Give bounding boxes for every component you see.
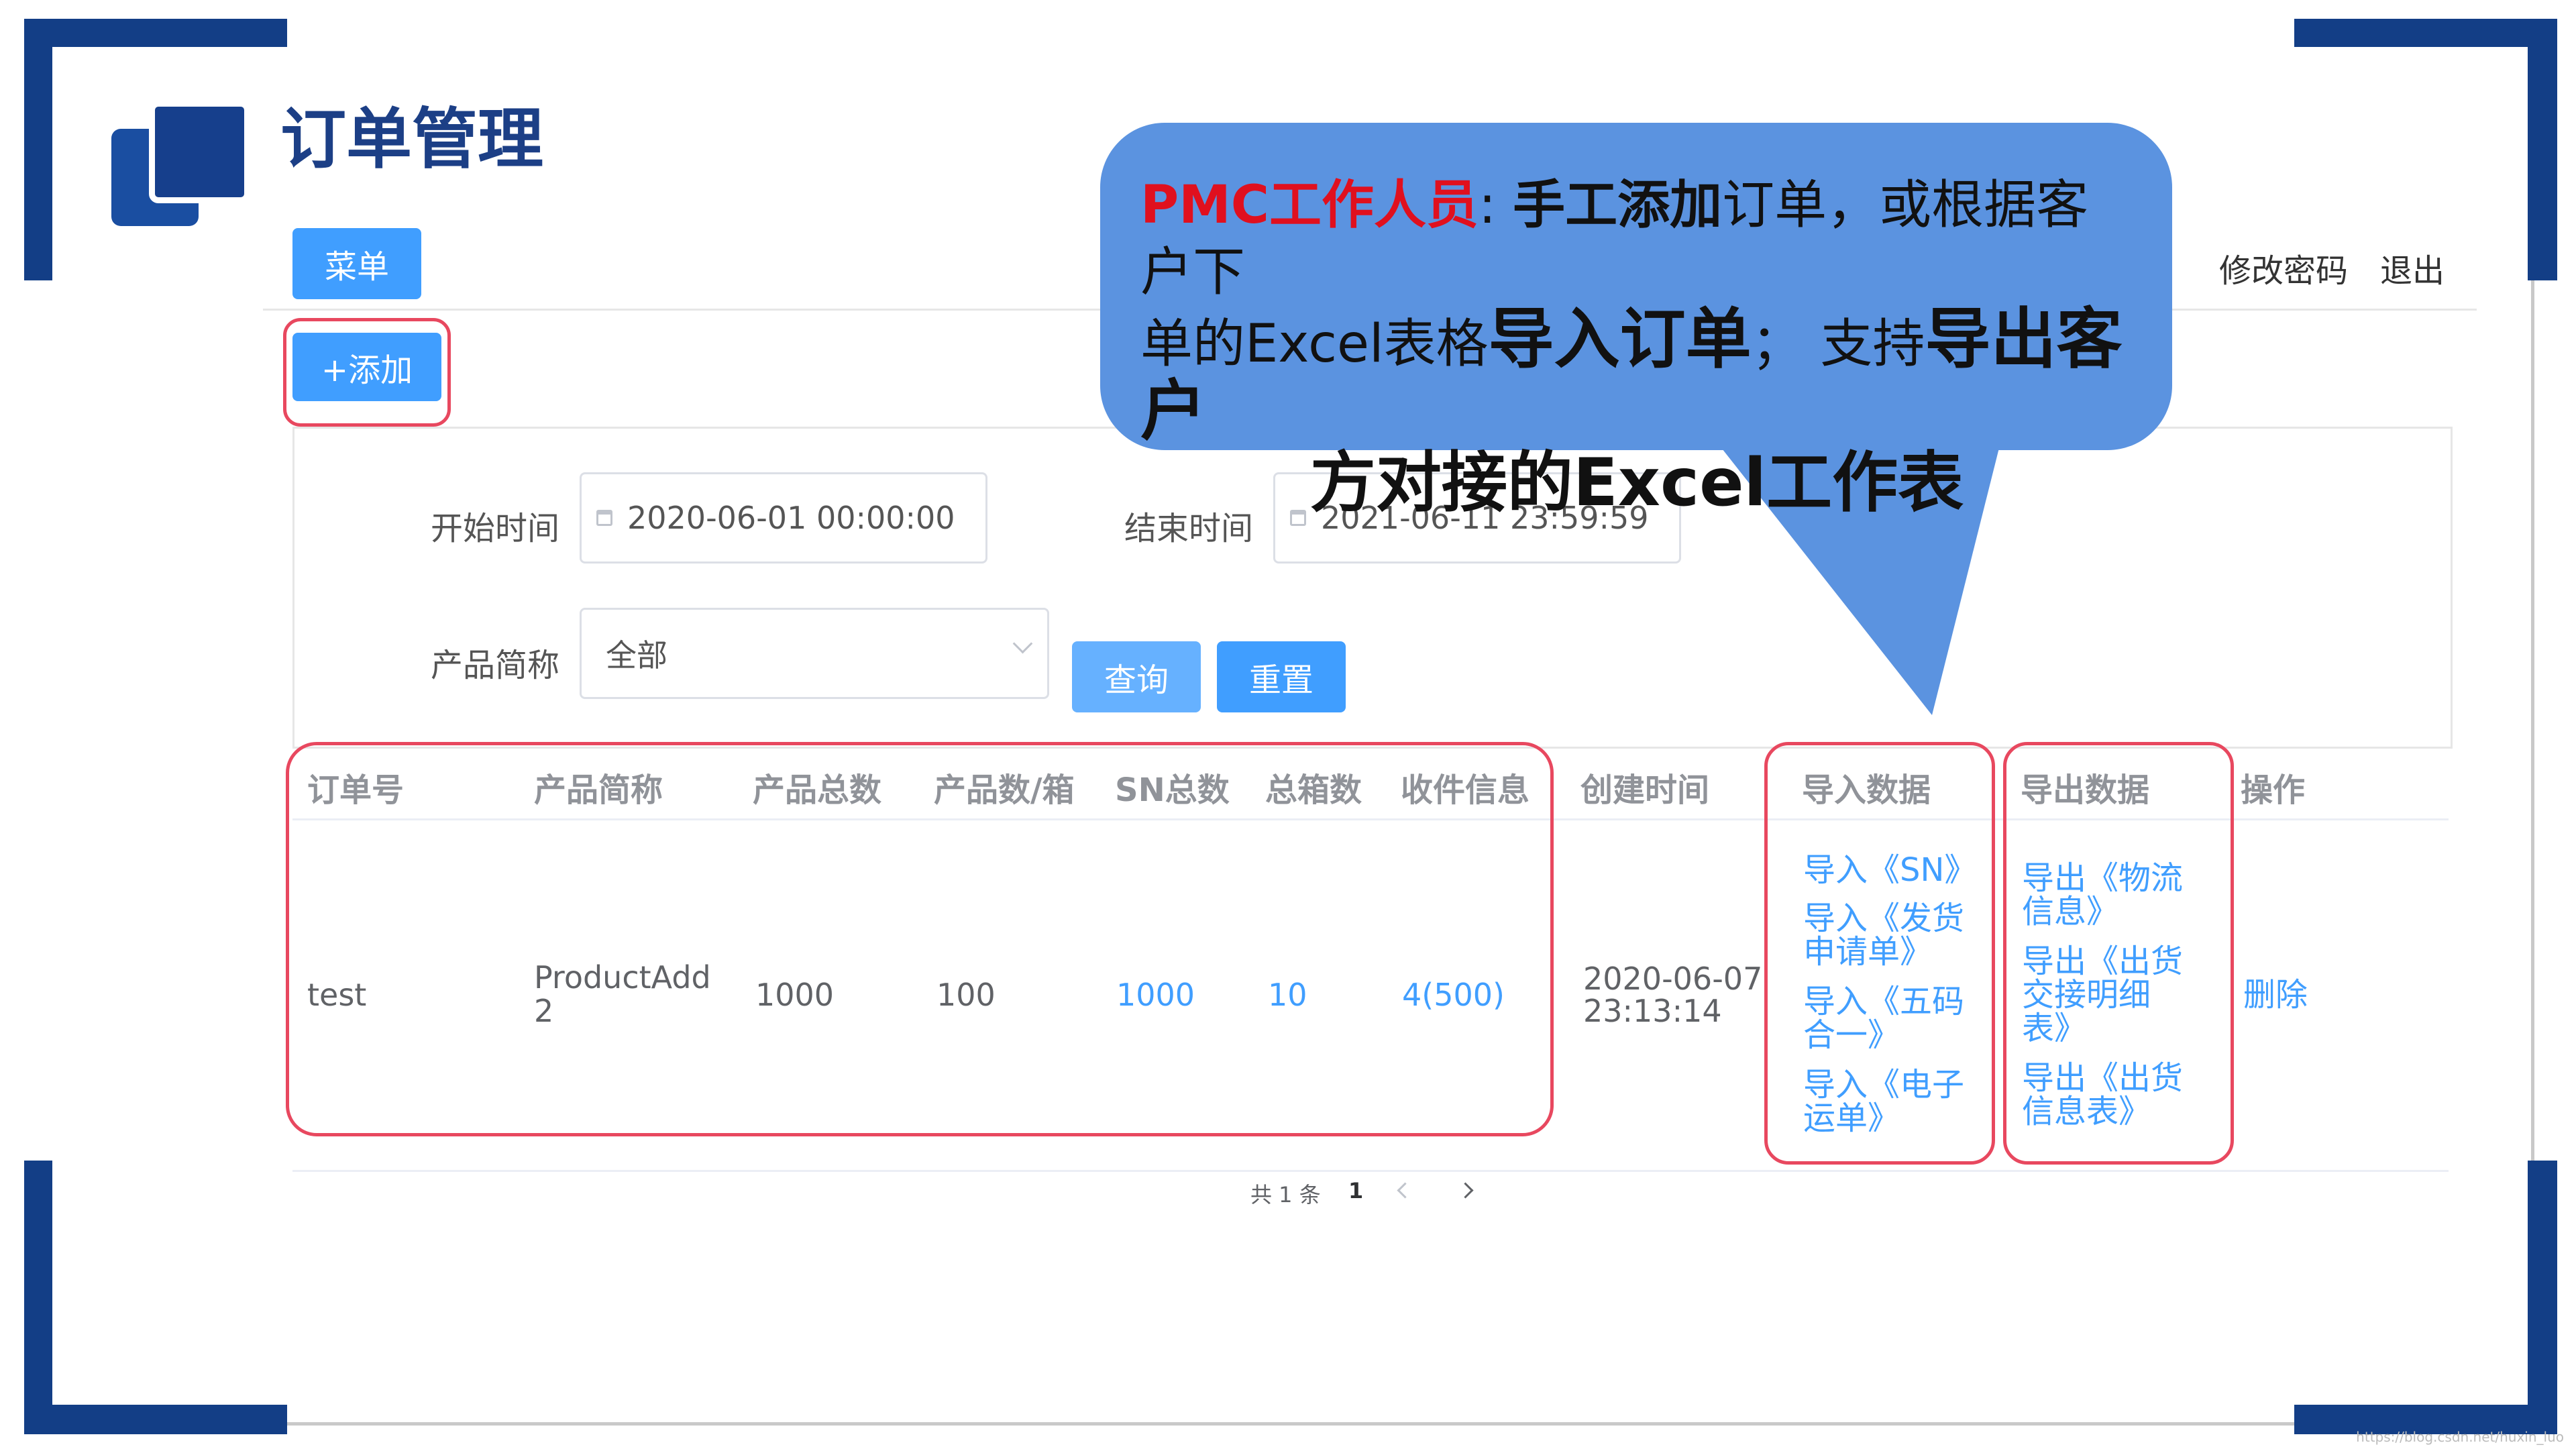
callout-text: PMC工作人员: 手工添加订单，或根据客户下 单的Excel表格导入订单； 支持… bbox=[1140, 175, 2123, 521]
callout-import-order: 导入订单 bbox=[1488, 301, 1752, 378]
callout-manual-add: 手工添加 bbox=[1513, 175, 1723, 235]
callout-role: PMC工作人员 bbox=[1140, 175, 1479, 235]
callout-excel-sheet: 方对接的Excel工作表 bbox=[1309, 445, 1964, 521]
watermark: https://blog.csdn.net/huxin_luo bbox=[2356, 1429, 2564, 1445]
